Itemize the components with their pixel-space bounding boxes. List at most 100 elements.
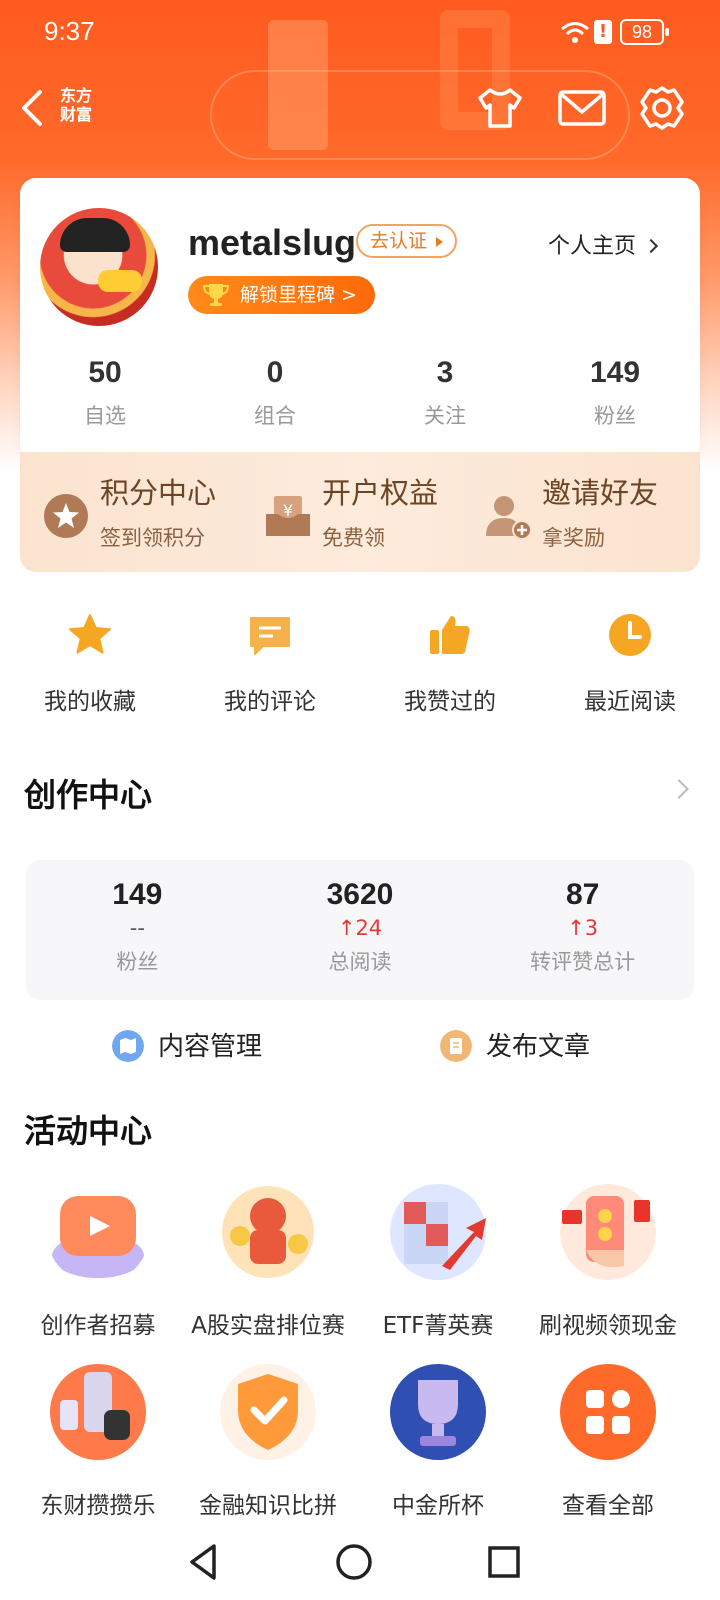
star-badge-icon <box>44 494 88 538</box>
activity-eastmoney-collect[interactable]: 东财攒攒乐 <box>8 1360 188 1520</box>
creator-stat-delta: -- <box>129 916 145 940</box>
activity-center-title: 活动中心 <box>24 1112 153 1150</box>
shortcut-recent-reading[interactable]: 最近阅读 <box>540 612 720 722</box>
benefit-subtitle: 拿奖励 <box>542 526 605 550</box>
svg-text:¥: ¥ <box>283 501 293 520</box>
stat-fans[interactable]: 149 粉丝 <box>530 356 700 436</box>
shortcut-favorites[interactable]: 我的收藏 <box>0 612 180 722</box>
back-triangle-icon[interactable] <box>182 1540 226 1584</box>
gadgets-icon <box>50 1364 146 1460</box>
activity-label: 创作者招募 <box>40 1313 156 1339</box>
benefit-invite-friends[interactable]: 邀请好友 拿奖励 <box>484 464 694 560</box>
activity-view-all[interactable]: 查看全部 <box>518 1360 698 1520</box>
stat-value: 149 <box>589 356 641 389</box>
creator-center-title: 创作中心 <box>24 776 153 814</box>
creator-stat-label: 转评赞总计 <box>530 950 636 974</box>
stat-watchlist[interactable]: 50 自选 <box>20 356 190 436</box>
alert-icon: ! <box>594 20 612 44</box>
creator-stats: 149 -- 粉丝 3620 ↑24 总阅读 87 ↑3 转评赞总计 <box>26 860 694 1000</box>
user-add-icon <box>486 496 532 540</box>
stat-value: 50 <box>88 356 122 389</box>
settings-gear-icon[interactable] <box>636 84 688 132</box>
home-circle-icon[interactable] <box>332 1540 376 1584</box>
creator-stat-label: 总阅读 <box>328 950 392 974</box>
creator-actions: 内容管理 发布文章 <box>0 1024 720 1068</box>
homepage-label: 个人主页 <box>548 234 637 259</box>
battery-icon: 98 <box>620 19 669 45</box>
creator-stat-delta: ↑24 <box>337 916 383 940</box>
publish-article-button[interactable]: 发布文章 <box>440 1024 610 1068</box>
creator-stat-total-reads[interactable]: 3620 ↑24 总阅读 <box>249 860 472 1000</box>
username: metalslug <box>188 222 357 263</box>
grid-apps-icon <box>560 1364 656 1460</box>
activity-creator-recruit[interactable]: 创作者招募 <box>8 1180 188 1340</box>
verify-button[interactable]: 去认证 <box>356 224 458 258</box>
benefit-subtitle: 签到领积分 <box>100 526 205 550</box>
thumbs-up-icon <box>430 616 470 654</box>
benefit-title: 积分中心 <box>100 476 217 510</box>
milestone-label: 解锁里程碑 > <box>240 284 357 306</box>
publish-article-label: 发布文章 <box>486 1032 591 1062</box>
creator-stat-label: 粉丝 <box>116 950 159 974</box>
shortcut-comments[interactable]: 我的评论 <box>180 612 360 722</box>
milestone-button[interactable]: 解锁里程碑 > <box>188 276 375 314</box>
content-management-label: 内容管理 <box>158 1032 263 1062</box>
benefit-points-center[interactable]: 积分中心 签到领积分 <box>42 464 252 560</box>
trophy-cup-icon <box>390 1364 486 1460</box>
chevron-right-icon <box>643 238 659 254</box>
creator-stat-value: 87 <box>565 878 600 911</box>
creator-stat-delta: ↑3 <box>567 916 599 940</box>
shortcut-label: 最近阅读 <box>584 689 676 715</box>
brand-line-1: 东方 <box>60 86 93 105</box>
activity-etf-elite[interactable]: ETF菁英赛 <box>348 1180 528 1340</box>
avatar[interactable] <box>40 208 158 326</box>
activity-cffex-cup[interactable]: 中金所杯 <box>348 1360 528 1520</box>
activity-label: 刷视频领现金 <box>539 1313 677 1339</box>
recents-square-icon[interactable] <box>482 1540 526 1584</box>
battery-level: 98 <box>631 22 653 42</box>
stat-label: 关注 <box>424 404 466 428</box>
shield-check-icon <box>220 1364 316 1460</box>
comment-icon <box>250 617 290 655</box>
activity-video-cash[interactable]: 刷视频领现金 <box>518 1180 698 1340</box>
stat-label: 自选 <box>84 404 126 428</box>
profile-card: metalslug 去认证 解锁里程碑 > 个人主页 50 自选 0 组合 3 … <box>20 178 700 460</box>
stat-label: 组合 <box>254 404 296 428</box>
stat-value: 3 <box>436 356 454 389</box>
wifi-icon <box>561 22 589 43</box>
benefit-subtitle: 免费领 <box>322 526 385 550</box>
homepage-link[interactable]: 个人主页 <box>548 228 659 260</box>
activity-label: 查看全部 <box>562 1493 654 1519</box>
benefit-account-rights[interactable]: ¥ 开户权益 免费领 <box>264 464 464 560</box>
content-management-button[interactable]: 内容管理 <box>112 1024 282 1068</box>
phone-reward-icon <box>560 1184 656 1280</box>
creator-stat-engagement[interactable]: 87 ↑3 转评赞总计 <box>471 860 694 1000</box>
status-bar: 9:37 ! 98 <box>0 0 720 64</box>
creator-stat-value: 149 <box>112 878 163 911</box>
benefits-strip: 积分中心 签到领积分 ¥ 开户权益 免费领 邀请好友 拿奖励 <box>20 452 700 572</box>
top-nav: 东方 财富 <box>0 80 720 140</box>
brand-line-2: 财富 <box>60 105 93 124</box>
profile-stats: 50 自选 0 组合 3 关注 149 粉丝 <box>20 356 700 436</box>
creator-stat-fans[interactable]: 149 -- 粉丝 <box>26 860 249 1000</box>
stat-portfolio[interactable]: 0 组合 <box>190 356 360 436</box>
activity-label: 东财攒攒乐 <box>40 1493 156 1519</box>
activity-a-share-ranking[interactable]: A股实盘排位赛 <box>178 1180 358 1340</box>
back-icon[interactable] <box>14 86 54 130</box>
trophy-icon <box>202 284 230 306</box>
activity-label: 中金所杯 <box>392 1493 484 1519</box>
stat-following[interactable]: 3 关注 <box>360 356 530 436</box>
activity-label: ETF菁英赛 <box>382 1313 494 1339</box>
stat-value: 0 <box>266 356 284 389</box>
shortcut-label: 我的收藏 <box>44 689 136 715</box>
chevron-right-icon[interactable] <box>669 779 689 799</box>
map-icon <box>112 1030 144 1062</box>
mail-icon[interactable] <box>556 84 608 132</box>
activity-finance-quiz[interactable]: 金融知识比拼 <box>178 1360 358 1520</box>
tshirt-icon[interactable] <box>474 84 526 132</box>
shortcut-label: 我的评论 <box>224 689 316 715</box>
quick-shortcuts: 我的收藏 我的评论 我赞过的 最近阅读 <box>0 612 720 722</box>
activity-label: A股实盘排位赛 <box>191 1313 345 1339</box>
benefit-title: 开户权益 <box>322 476 439 510</box>
shortcut-liked[interactable]: 我赞过的 <box>360 612 540 722</box>
